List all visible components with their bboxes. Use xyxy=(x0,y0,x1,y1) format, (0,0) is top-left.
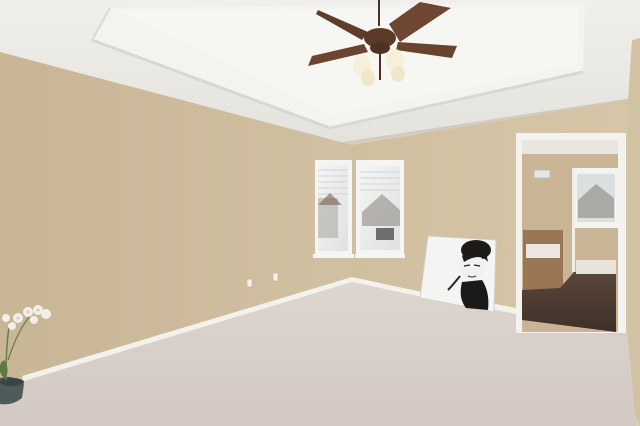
smoke-detector xyxy=(373,130,389,136)
fan-light-bulb xyxy=(391,66,405,82)
doorway-bathroom xyxy=(516,133,626,333)
bathtub xyxy=(523,230,563,290)
wall-outlet xyxy=(246,278,253,288)
window-right xyxy=(355,160,405,258)
room-illustration xyxy=(0,0,640,426)
wall-outlet xyxy=(272,272,279,282)
room-photo xyxy=(0,0,640,426)
portrait-canvas xyxy=(419,235,497,313)
fan-light-bulb xyxy=(361,70,375,86)
window-left xyxy=(313,160,354,258)
vent-icon xyxy=(533,169,551,179)
